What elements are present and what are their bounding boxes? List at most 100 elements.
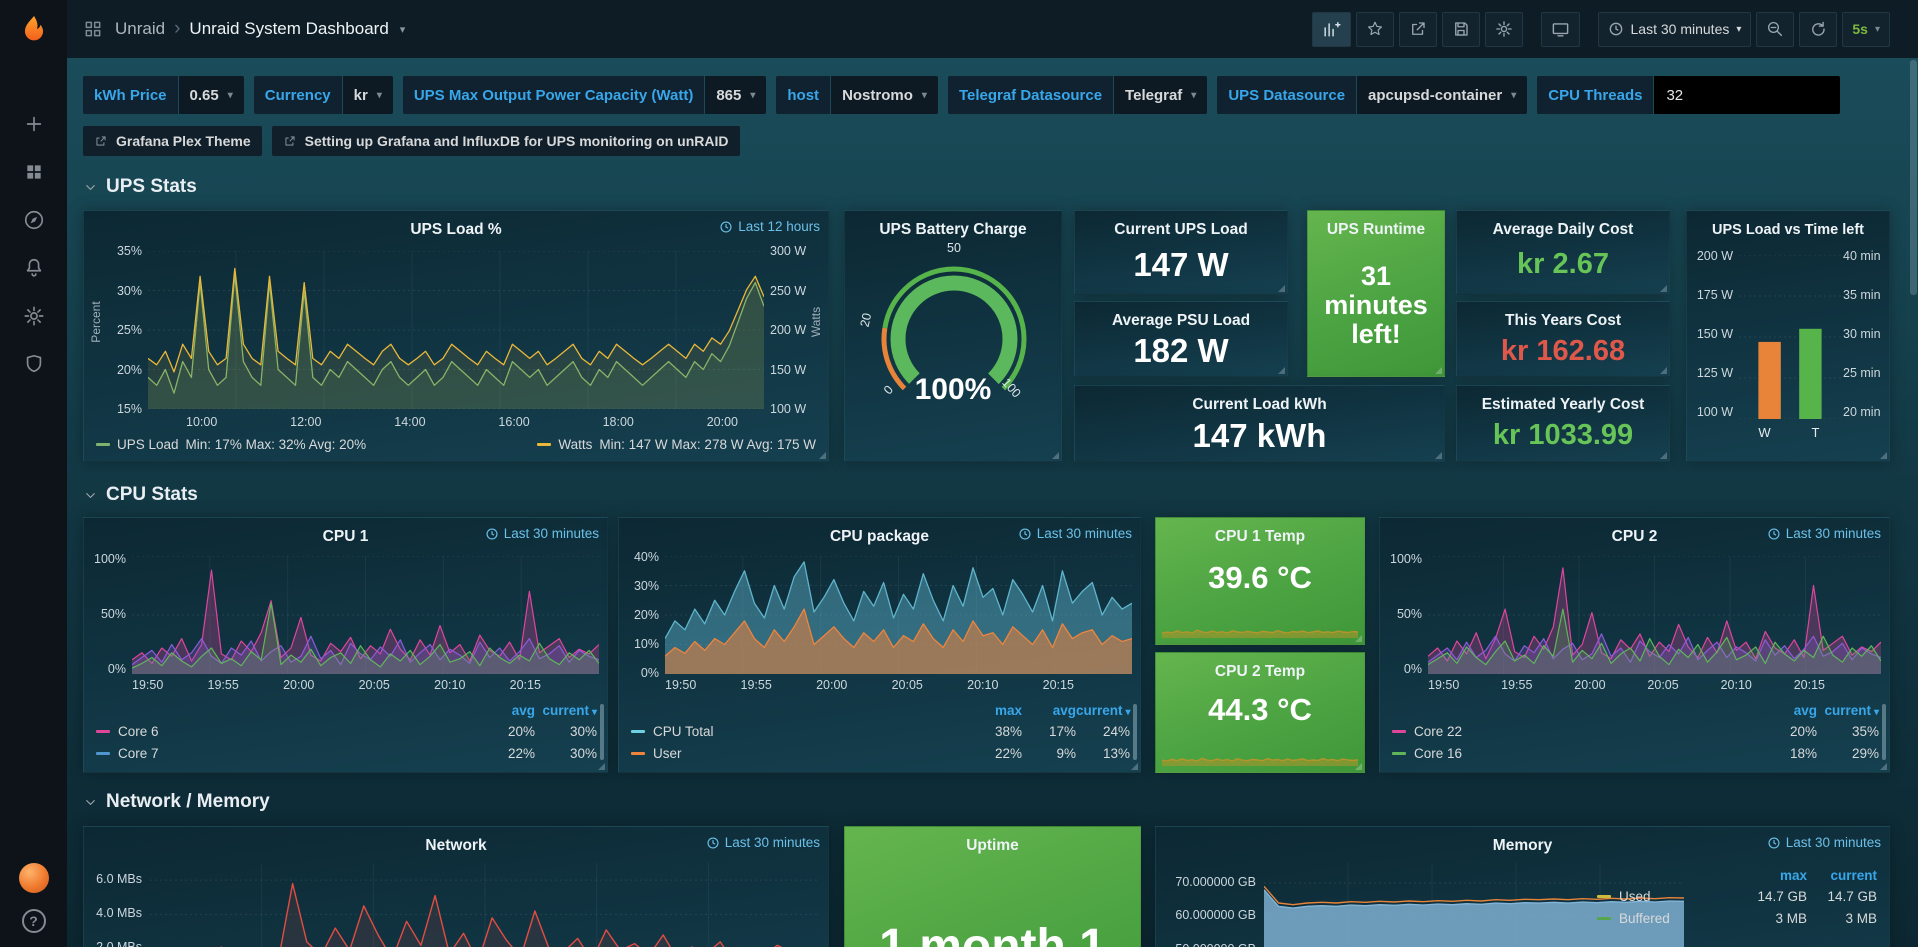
cpu-threads-input[interactable]	[1654, 76, 1840, 114]
cpu1-chart[interactable]	[132, 556, 599, 674]
legend-series-name[interactable]: Core 7	[118, 746, 159, 761]
user-avatar[interactable]	[19, 863, 49, 893]
legend-sort-avg[interactable]: avg	[1755, 703, 1817, 718]
grafana-logo[interactable]	[12, 8, 56, 52]
axis-tick: 20 min	[1843, 405, 1881, 419]
clock-icon	[1767, 527, 1781, 541]
legend-item[interactable]: UPS Load Min: 17% Max: 32% Avg: 20%	[96, 437, 366, 452]
tv-mode-button[interactable]	[1541, 12, 1580, 47]
cpu-package-chart[interactable]	[665, 556, 1132, 674]
sidebar-dashboards-button[interactable]	[12, 148, 56, 196]
legend-sort-current[interactable]: current▾	[535, 703, 597, 718]
dashboard-dropdown-caret[interactable]: ▾	[400, 23, 406, 36]
sidebar-admin-button[interactable]	[12, 340, 56, 388]
legend-sort-avg[interactable]: avg	[1022, 703, 1076, 718]
axis-tick: 19:55	[1501, 678, 1532, 692]
panel-title: CPU package	[830, 528, 929, 546]
sidebar-alerting-button[interactable]	[12, 244, 56, 292]
link-ups-monitoring-guide[interactable]: Setting up Grafana and InfluxDB for UPS …	[272, 126, 740, 156]
legend-series-name[interactable]: Core 16	[1414, 746, 1462, 761]
gauge-label: 20	[858, 312, 875, 329]
template-variables: kWh Price 0.65▾ Currency kr▾ UPS Max Out…	[83, 76, 1840, 114]
legend-sort-current[interactable]: current▾	[1817, 703, 1879, 718]
legend-scrollbar[interactable]	[1882, 704, 1886, 760]
network-chart[interactable]	[150, 863, 820, 947]
legend-series-name[interactable]: User	[653, 746, 682, 761]
time-range-picker[interactable]: Last 30 minutes ▾	[1598, 12, 1752, 47]
breadcrumb-folder[interactable]: Unraid	[115, 19, 165, 39]
variable-value-dropdown[interactable]: Telegraf▾	[1114, 76, 1207, 114]
star-icon	[1366, 20, 1384, 38]
refresh-button[interactable]	[1799, 12, 1837, 47]
help-button[interactable]: ?	[22, 909, 46, 933]
x-axis: 19:50 19:55 20:00 20:05 20:10 20:15	[1428, 678, 1881, 692]
zoom-out-button[interactable]	[1756, 12, 1794, 47]
variable-label: CPU Threads	[1537, 76, 1653, 114]
legend-scrollbar[interactable]	[600, 704, 604, 760]
panel-time-range-badge: Last 30 minutes	[1767, 526, 1881, 541]
star-button[interactable]	[1356, 12, 1394, 47]
panel-header[interactable]: UPS Load %	[84, 211, 828, 241]
legend-sort-current[interactable]: current	[1807, 868, 1877, 883]
refresh-icon	[1809, 20, 1827, 38]
breadcrumb-dashboard-title[interactable]: Unraid System Dashboard	[189, 19, 388, 39]
ups-bar-chart[interactable]	[1739, 255, 1841, 419]
sidebar-configuration-button[interactable]	[12, 292, 56, 340]
axis-tick: 16:00	[498, 415, 529, 429]
legend-series-name[interactable]: Core 22	[1414, 724, 1462, 739]
legend-scrollbar[interactable]	[1133, 704, 1137, 760]
save-button[interactable]	[1442, 12, 1480, 47]
axis-tick: 100%	[94, 552, 126, 566]
link-grafana-plex-theme[interactable]: Grafana Plex Theme	[83, 126, 262, 156]
axis-tick: 10%	[634, 637, 659, 651]
legend-item[interactable]: Watts Min: 147 W Max: 278 W Avg: 175 W	[537, 437, 816, 452]
variable-value-dropdown[interactable]: 865▾	[705, 76, 766, 114]
page-scrollbar[interactable]	[1910, 60, 1917, 295]
panel-ups-load-vs-time-left: UPS Load vs Time left 200 W 175 W 150 W …	[1686, 210, 1890, 462]
add-panel-icon	[1322, 20, 1341, 39]
legend-header: max avg current▾	[631, 700, 1130, 720]
sidebar-explore-button[interactable]	[12, 196, 56, 244]
variable-ups-max-output: UPS Max Output Power Capacity (Watt) 865…	[403, 76, 767, 114]
legend-series-name[interactable]: Buffered	[1619, 911, 1670, 926]
sidebar-create-button[interactable]	[12, 100, 56, 148]
y-axis-left: 200 W 175 W 150 W 125 W 100 W	[1689, 249, 1733, 419]
dashboard-settings-button[interactable]	[1485, 12, 1523, 47]
axis-tick: 15%	[117, 402, 142, 416]
gear-icon	[23, 305, 45, 327]
add-panel-button[interactable]	[1312, 12, 1351, 47]
legend-series-name[interactable]: Used	[1619, 889, 1651, 904]
grafana-dashboard: ? Unraid › Unraid System Dashboard ▾	[0, 0, 1918, 947]
legend-item: Core 6 20% 30%	[96, 720, 597, 742]
share-button[interactable]	[1399, 12, 1437, 47]
dashboard-grid-icon[interactable]	[83, 19, 103, 39]
axis-tick: 14:00	[394, 415, 425, 429]
variable-value-dropdown[interactable]: apcupsd-container▾	[1357, 76, 1527, 114]
axis-tick: 200 W	[1697, 249, 1733, 263]
ups-load-chart[interactable]	[148, 251, 764, 409]
variable-label: UPS Max Output Power Capacity (Watt)	[403, 76, 704, 114]
axis-tick: 30%	[634, 579, 659, 593]
panel-cpu-2: CPU 2 Last 30 minutes 100% 50% 0% 19:50 …	[1379, 517, 1890, 773]
stat-value: 39.6 °C	[1156, 538, 1364, 618]
axis-tick: 19:50	[132, 678, 163, 692]
refresh-interval-button[interactable]: 5s ▾	[1842, 12, 1890, 47]
legend-series-name[interactable]: Core 6	[118, 724, 159, 739]
legend-sort-max[interactable]: max	[968, 703, 1022, 718]
legend-series-name[interactable]: CPU Total	[653, 724, 714, 739]
legend-sort-current[interactable]: current▾	[1076, 703, 1130, 718]
cpu2-chart[interactable]	[1428, 556, 1881, 674]
panel-header[interactable]: UPS Load vs Time left	[1687, 211, 1889, 241]
chevron-down-icon: ▾	[922, 90, 927, 101]
variable-value-dropdown[interactable]: kr▾	[343, 76, 393, 114]
legend-sort-avg[interactable]: avg	[473, 703, 535, 718]
variable-value-dropdown[interactable]: Nostromo▾	[831, 76, 938, 114]
section-cpu-stats[interactable]: CPU Stats	[83, 484, 198, 506]
variable-value-dropdown[interactable]: 0.65▾	[179, 76, 244, 114]
legend-sort-max[interactable]: max	[1737, 868, 1807, 883]
legend-item: User 22% 9% 13%	[631, 742, 1130, 764]
section-ups-stats[interactable]: UPS Stats	[83, 176, 197, 198]
axis-tick: 20:05	[892, 678, 923, 692]
section-network-memory[interactable]: Network / Memory	[83, 791, 270, 813]
panel-header[interactable]: UPS Battery Charge	[845, 211, 1061, 241]
